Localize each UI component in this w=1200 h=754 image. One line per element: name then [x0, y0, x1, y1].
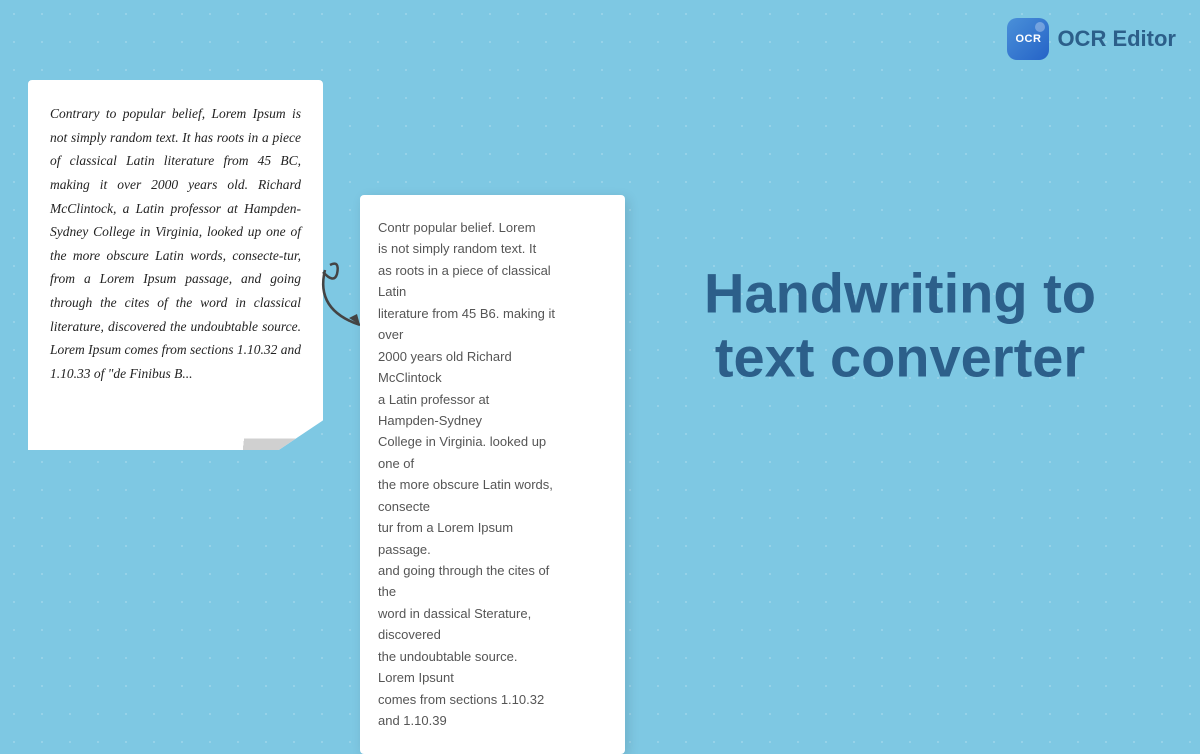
- ocr-line: McClintock: [378, 367, 607, 388]
- ocr-line: the undoubtable source.: [378, 646, 607, 667]
- ocr-line: over: [378, 324, 607, 345]
- ocr-line: the more obscure Latin words,: [378, 474, 607, 495]
- ocr-line: discovered: [378, 624, 607, 645]
- ocr-line: as roots in a piece of classical: [378, 260, 607, 281]
- handwritten-text: Contrary to popular belief, Lorem Ipsum …: [50, 102, 301, 386]
- ocr-line: word in dassical Sterature,: [378, 603, 607, 624]
- ocr-line: passage.: [378, 539, 607, 560]
- ocr-line: consecte: [378, 496, 607, 517]
- ocr-output-text: Contr popular belief. Loremis not simply…: [378, 217, 607, 732]
- app-title: OCR Editor: [1057, 26, 1176, 52]
- ocr-line: Latin: [378, 281, 607, 302]
- ocr-line: literature from 45 B6. making it: [378, 303, 607, 324]
- ocr-output-document: Contr popular belief. Loremis not simply…: [360, 195, 625, 754]
- ocr-line: the: [378, 581, 607, 602]
- ocr-line: Contr popular belief. Lorem: [378, 217, 607, 238]
- handwritten-document: Contrary to popular belief, Lorem Ipsum …: [28, 80, 323, 450]
- logo-text: OCR: [1015, 33, 1041, 45]
- ocr-line: a Latin professor at: [378, 389, 607, 410]
- ocr-line: tur from a Lorem Ipsum: [378, 517, 607, 538]
- ocr-line: one of: [378, 453, 607, 474]
- header: OCR OCR Editor: [1007, 18, 1176, 60]
- ocr-line: College in Virginia. looked up: [378, 431, 607, 452]
- heading-line1: Handwriting to text converter: [660, 261, 1140, 390]
- ocr-line: Hampden-Sydney: [378, 410, 607, 431]
- ocr-logo-icon: OCR: [1007, 18, 1049, 60]
- ocr-line: and 1.10.39: [378, 710, 607, 731]
- ocr-line: and going through the cites of: [378, 560, 607, 581]
- ocr-line: 2000 years old Richard: [378, 346, 607, 367]
- ocr-line: Lorem Ipsunt: [378, 667, 607, 688]
- ocr-line: is not simply random text. It: [378, 238, 607, 259]
- ocr-line: comes from sections 1.10.32: [378, 689, 607, 710]
- main-heading-section: Handwriting to text converter: [660, 261, 1140, 390]
